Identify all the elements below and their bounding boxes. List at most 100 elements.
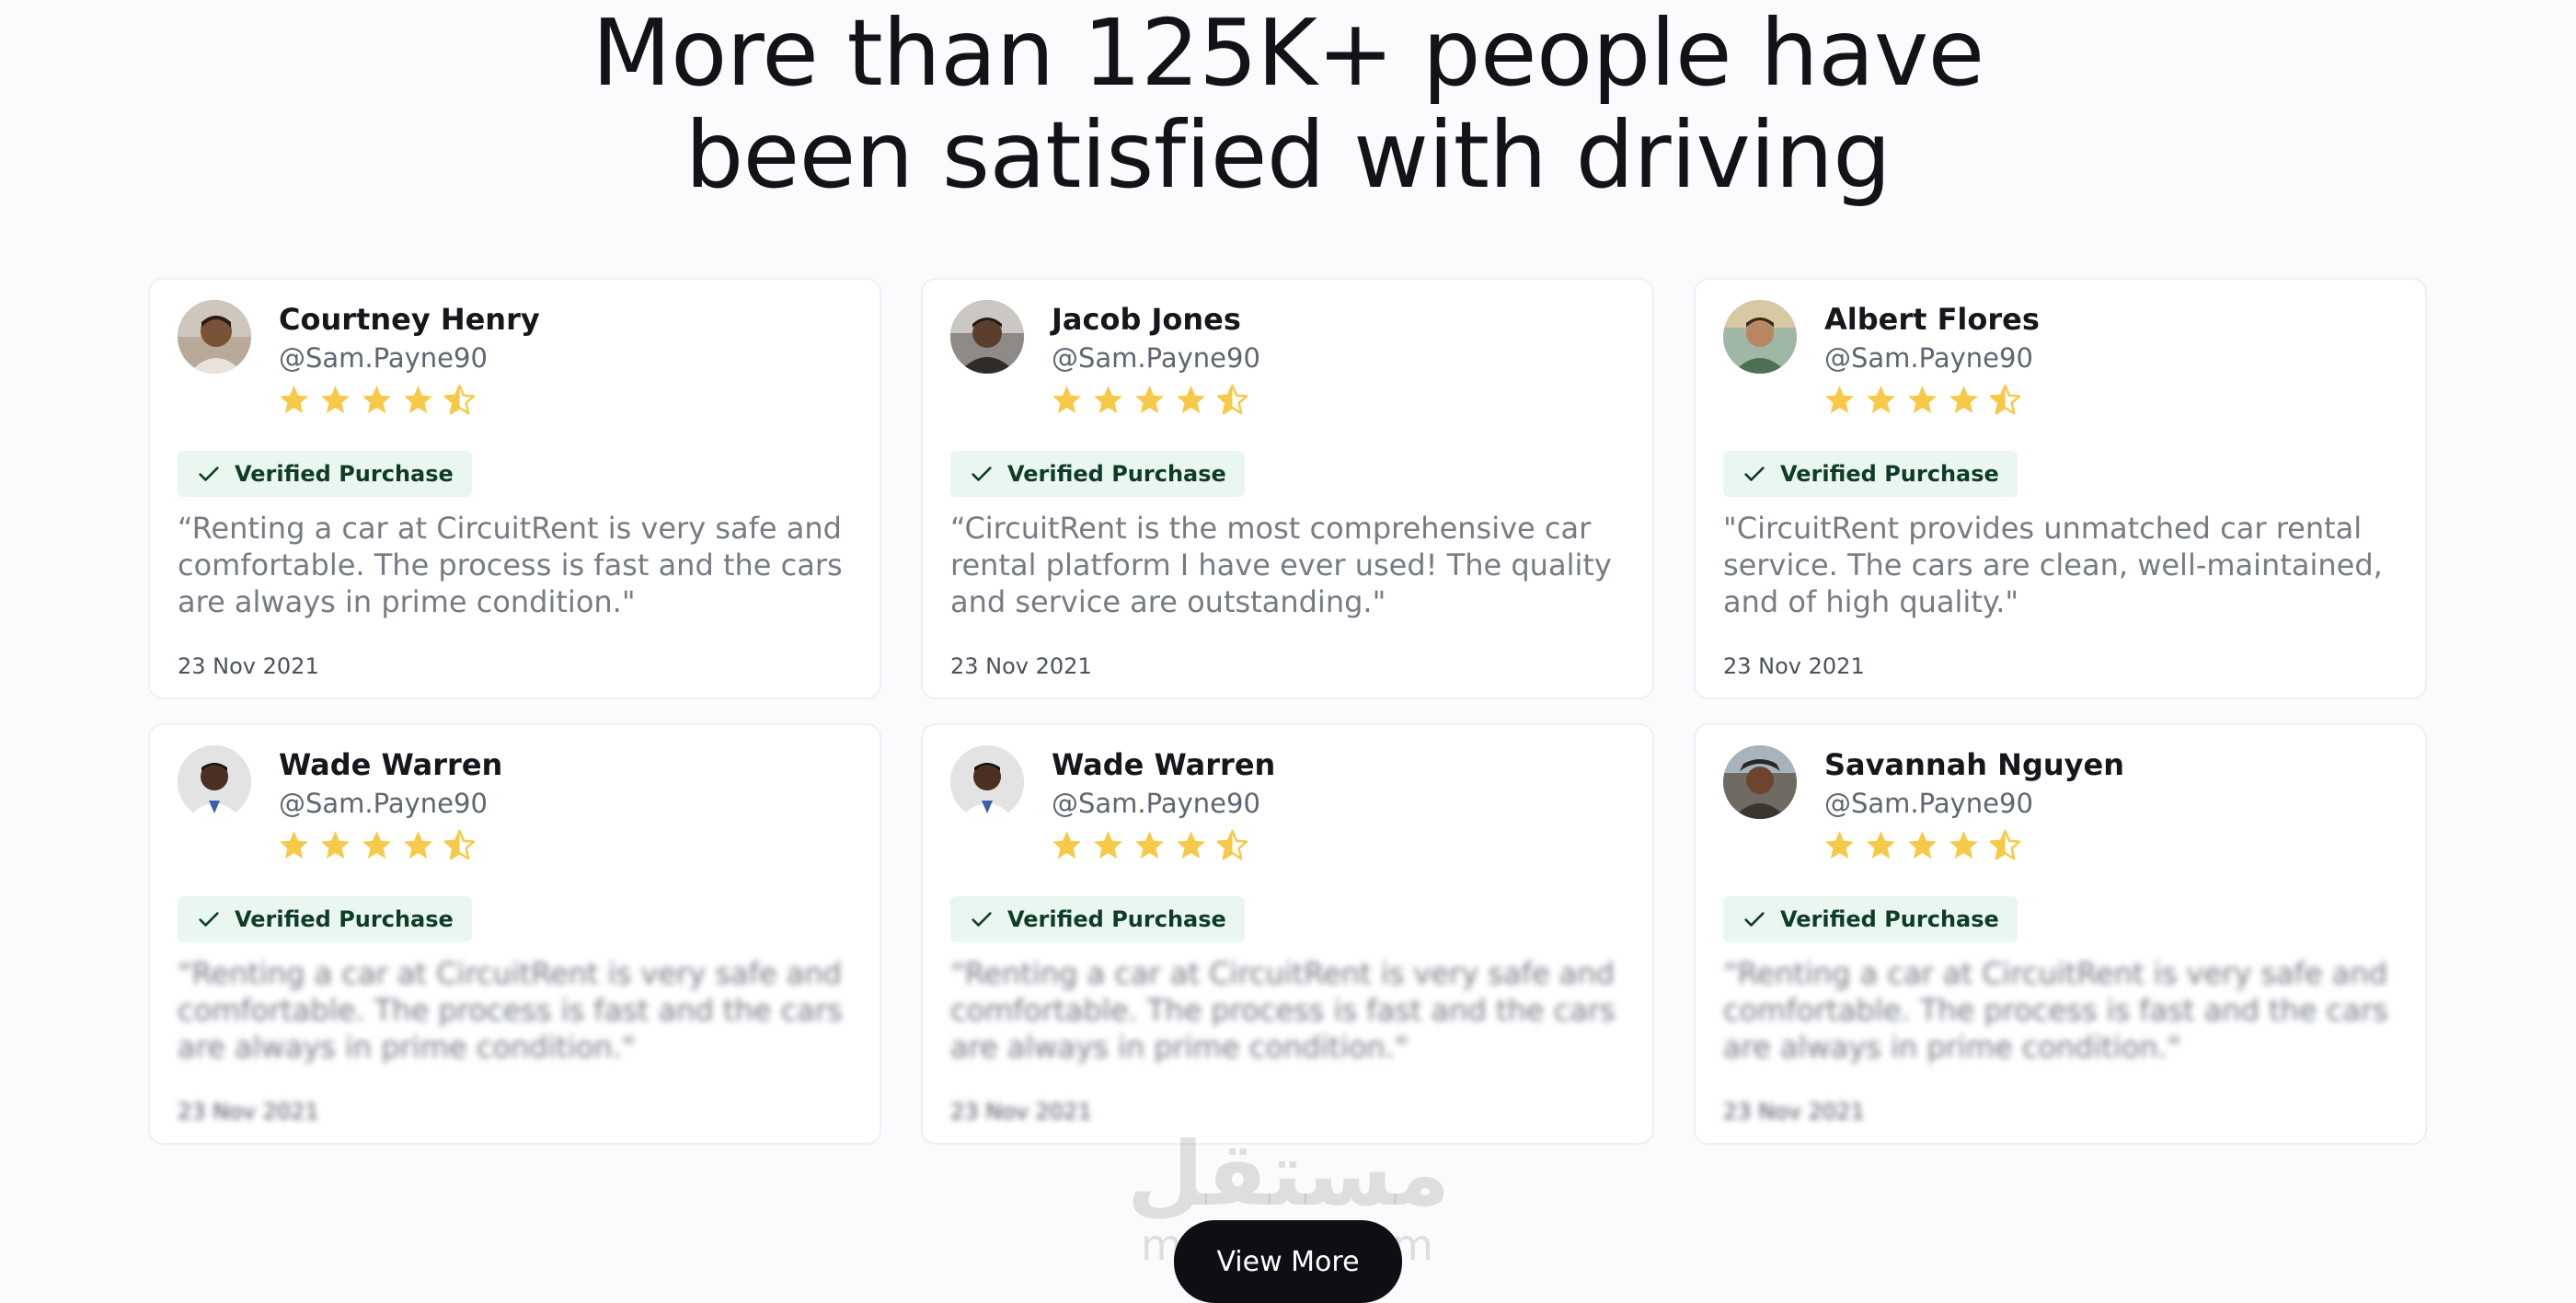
star-full-icon	[1949, 386, 1978, 414]
reviews-grid: Courtney Henry @Sam.Payne90 Verified Pur…	[148, 278, 2428, 1145]
star-rating	[277, 383, 477, 420]
avatar-photo-icon	[178, 300, 251, 374]
check-icon	[1744, 467, 1765, 481]
reviewer-name: Albert Flores	[1824, 302, 2040, 337]
badge-label: Verified Purchase	[1007, 906, 1226, 932]
star-half-icon	[1989, 829, 2021, 860]
star-full-icon	[1135, 831, 1164, 859]
avatar	[950, 300, 1024, 374]
star-rating	[1823, 828, 2022, 865]
check-icon	[972, 912, 992, 927]
badge-label: Verified Purchase	[1780, 461, 1999, 487]
reviewer-handle: @Sam.Payne90	[1824, 788, 2033, 819]
star-full-icon	[1094, 831, 1122, 859]
review-text: “Renting a car at CircuitRent is very sa…	[1723, 956, 2388, 1065]
heading-line-2: been satisfied with driving	[684, 101, 1892, 209]
review-date: 23 Nov 2021	[1723, 1099, 1865, 1124]
review-date: 23 Nov 2021	[178, 653, 319, 679]
star-full-icon	[1908, 831, 1937, 859]
star-half-icon	[1989, 384, 2021, 415]
avatar-photo-icon	[950, 300, 1024, 374]
star-half-icon	[443, 829, 476, 860]
review-card: Jacob Jones @Sam.Payne90 Verified Purcha…	[921, 278, 1654, 699]
star-full-icon	[321, 386, 350, 414]
check-icon	[972, 467, 992, 481]
star-full-icon	[404, 831, 432, 859]
avatar	[1723, 300, 1797, 374]
avatar-photo-icon	[1723, 745, 1797, 819]
avatar	[1723, 745, 1797, 819]
badge-label: Verified Purchase	[1780, 906, 1999, 932]
star-full-icon	[280, 831, 308, 859]
star-full-icon	[362, 831, 391, 859]
star-half-icon	[1216, 384, 1248, 415]
review-text: “Renting a car at CircuitRent is very sa…	[178, 956, 843, 1065]
review-text: “Renting a car at CircuitRent is very sa…	[950, 956, 1616, 1065]
star-full-icon	[1825, 831, 1854, 859]
star-rating	[1050, 383, 1249, 420]
badge-label: Verified Purchase	[1007, 461, 1226, 487]
star-full-icon	[404, 386, 432, 414]
avatar	[178, 300, 251, 374]
star-rating	[1823, 383, 2022, 420]
star-rating	[1050, 828, 1249, 865]
review-text: "CircuitRent provides unmatched car rent…	[1723, 511, 2383, 619]
review-text: “CircuitRent is the most comprehensive c…	[950, 511, 1612, 619]
review-card: Wade Warren @Sam.Payne90 Verified Purcha…	[921, 723, 1654, 1145]
review-date: 23 Nov 2021	[1723, 653, 1865, 679]
review-card: Wade Warren @Sam.Payne90 Verified Purcha…	[148, 723, 881, 1145]
verified-purchase-badge: Verified Purchase	[1723, 896, 2018, 942]
star-full-icon	[1867, 386, 1895, 414]
verified-purchase-badge: Verified Purchase	[1723, 451, 2018, 497]
review-text: “Renting a car at CircuitRent is very sa…	[178, 511, 843, 619]
reviewer-handle: @Sam.Payne90	[1052, 788, 1260, 819]
star-full-icon	[280, 386, 308, 414]
check-icon	[199, 912, 219, 927]
badge-label: Verified Purchase	[235, 461, 454, 487]
verified-purchase-badge: Verified Purchase	[178, 451, 472, 497]
review-card: Albert Flores @Sam.Payne90 Verified Purc…	[1694, 278, 2427, 699]
star-full-icon	[321, 831, 350, 859]
review-card: Courtney Henry @Sam.Payne90 Verified Pur…	[148, 278, 881, 699]
reviewer-name: Courtney Henry	[279, 302, 540, 337]
star-full-icon	[1094, 386, 1122, 414]
review-card: Savannah Nguyen @Sam.Payne90 Verified Pu…	[1694, 723, 2427, 1145]
review-date: 23 Nov 2021	[950, 653, 1092, 679]
reviewer-name: Wade Warren	[1052, 747, 1276, 782]
reviewer-handle: @Sam.Payne90	[279, 788, 488, 819]
reviewer-handle: @Sam.Payne90	[1824, 342, 2033, 374]
avatar-photo-icon	[178, 745, 251, 819]
star-full-icon	[1908, 386, 1937, 414]
verified-purchase-badge: Verified Purchase	[950, 451, 1245, 497]
reviewer-name: Wade Warren	[279, 747, 503, 782]
check-icon	[199, 467, 219, 481]
reviewer-handle: @Sam.Payne90	[279, 342, 488, 374]
check-icon	[1744, 912, 1765, 927]
star-full-icon	[1177, 386, 1205, 414]
avatar	[950, 745, 1024, 819]
heading-line-1: More than 125K+ people have	[592, 0, 1984, 107]
star-full-icon	[1135, 386, 1164, 414]
star-rating	[277, 828, 477, 865]
avatar-photo-icon	[1723, 300, 1797, 374]
view-more-button[interactable]: View More	[1174, 1220, 1402, 1303]
star-full-icon	[1052, 386, 1081, 414]
verified-purchase-badge: Verified Purchase	[178, 896, 472, 942]
star-half-icon	[1216, 829, 1248, 860]
star-full-icon	[1052, 831, 1081, 859]
badge-label: Verified Purchase	[235, 906, 454, 932]
section-heading: More than 125K+ people have been satisfi…	[0, 0, 2576, 206]
reviewer-name: Jacob Jones	[1052, 302, 1241, 337]
star-full-icon	[362, 386, 391, 414]
verified-purchase-badge: Verified Purchase	[950, 896, 1245, 942]
avatar	[178, 745, 251, 819]
reviewer-handle: @Sam.Payne90	[1052, 342, 1260, 374]
star-full-icon	[1177, 831, 1205, 859]
star-full-icon	[1825, 386, 1854, 414]
review-date: 23 Nov 2021	[950, 1099, 1092, 1124]
star-full-icon	[1867, 831, 1895, 859]
avatar-photo-icon	[950, 745, 1024, 819]
reviewer-name: Savannah Nguyen	[1824, 747, 2124, 782]
star-full-icon	[1949, 831, 1978, 859]
review-date: 23 Nov 2021	[178, 1099, 319, 1124]
